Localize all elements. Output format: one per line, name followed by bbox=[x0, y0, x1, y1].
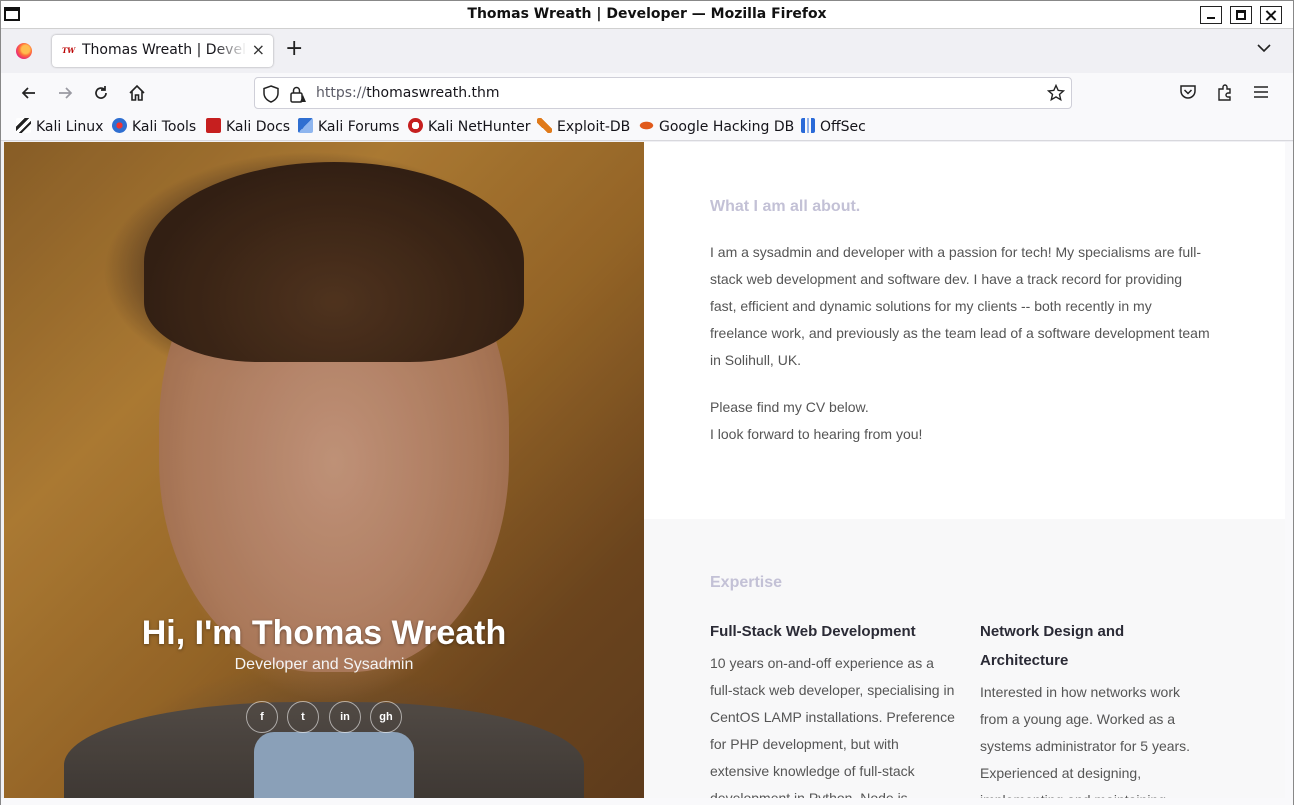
ghdb-icon bbox=[639, 118, 654, 133]
bookmark-kali-nethunter[interactable]: Kali NetHunter bbox=[408, 118, 530, 135]
title-bar: Thomas Wreath | Developer — Mozilla Fire… bbox=[1, 1, 1293, 29]
bookmark-label: Kali Linux bbox=[36, 119, 104, 135]
minimize-button[interactable] bbox=[1200, 6, 1222, 24]
hamburger-menu-icon[interactable] bbox=[1252, 83, 1270, 101]
bookmark-label: Kali Docs bbox=[226, 119, 291, 135]
expertise-item: Network Design and Architecture Interest… bbox=[980, 617, 1205, 798]
bookmarks-toolbar: Kali Linux Kali Tools Kali Docs Kali For… bbox=[1, 113, 1293, 141]
tracking-shield-icon[interactable] bbox=[263, 85, 279, 103]
expertise-item-text: 10 years on-and-off experience as a full… bbox=[710, 655, 955, 798]
tab-active[interactable]: TW Thomas Wreath | Developer × bbox=[52, 35, 273, 67]
expertise-item-title: Full-Stack Web Development bbox=[710, 623, 916, 640]
tab-favicon-icon: TW bbox=[62, 46, 76, 55]
close-tab-button[interactable]: × bbox=[252, 40, 265, 59]
bookmark-kali-linux[interactable]: Kali Linux bbox=[16, 118, 103, 135]
offsec-icon bbox=[801, 118, 815, 133]
about-closing: Please find my CV below. I look forward … bbox=[710, 394, 1210, 448]
bookmark-label: Kali Forums bbox=[318, 119, 400, 135]
github-icon[interactable]: gh bbox=[370, 701, 402, 733]
bookmark-label: OffSec bbox=[820, 119, 866, 135]
kali-docs-icon bbox=[206, 118, 221, 133]
window-title: Thomas Wreath | Developer — Mozilla Fire… bbox=[467, 6, 827, 22]
twitter-icon[interactable]: t bbox=[287, 701, 319, 733]
chevron-down-icon[interactable] bbox=[1257, 41, 1271, 55]
back-arrow-icon[interactable] bbox=[19, 83, 39, 103]
url-bar[interactable]: https://thomaswreath.thm bbox=[254, 77, 1072, 109]
about-contact-line: I look forward to hearing from you! bbox=[710, 426, 923, 442]
about-cv-line: Please find my CV below. bbox=[710, 399, 869, 415]
bookmark-star-icon[interactable] bbox=[1047, 84, 1065, 102]
bookmark-label: Google Hacking DB bbox=[659, 119, 795, 135]
bookmark-exploit-db[interactable]: Exploit-DB bbox=[537, 118, 630, 135]
new-tab-button[interactable]: + bbox=[285, 38, 303, 60]
page-content: Hi, I'm Thomas Wreath Developer and Sysa… bbox=[4, 142, 1285, 798]
bookmark-kali-tools[interactable]: Kali Tools bbox=[112, 118, 196, 135]
expertise-item-text: Interested in how networks work from a y… bbox=[980, 684, 1191, 798]
close-window-button[interactable] bbox=[1260, 6, 1282, 24]
browser-window: Thomas Wreath | Developer — Mozilla Fire… bbox=[0, 0, 1294, 805]
forward-arrow-icon[interactable] bbox=[55, 83, 75, 103]
navigation-toolbar: https://thomaswreath.thm bbox=[1, 73, 1293, 113]
window-right-edge bbox=[1285, 142, 1293, 798]
linkedin-icon[interactable]: in bbox=[329, 701, 361, 733]
hero-subtitle: Developer and Sysadmin bbox=[234, 656, 414, 673]
kali-forums-icon bbox=[298, 118, 313, 133]
bookmark-kali-docs[interactable]: Kali Docs bbox=[206, 118, 290, 135]
expertise-item: Full-Stack Web Development 10 years on-a… bbox=[710, 617, 955, 798]
exploit-db-icon bbox=[537, 118, 552, 133]
tab-title: Thomas Wreath | Developer bbox=[82, 42, 247, 58]
url-text[interactable]: https://thomaswreath.thm bbox=[316, 85, 500, 101]
kali-dragon-icon bbox=[16, 118, 31, 133]
about-heading: What I am all about. bbox=[710, 198, 861, 215]
url-scheme: https:// bbox=[316, 85, 367, 101]
about-paragraph: I am a sysadmin and developer with a pas… bbox=[710, 244, 1210, 368]
tab-strip: TW Thomas Wreath | Developer × + bbox=[1, 29, 1293, 73]
nethunter-icon bbox=[408, 118, 423, 133]
home-icon[interactable] bbox=[127, 83, 147, 103]
bookmark-label: Kali NetHunter bbox=[428, 119, 531, 135]
hero-section: Hi, I'm Thomas Wreath Developer and Sysa… bbox=[4, 142, 644, 798]
expertise-item-title: Network Design and Architecture bbox=[980, 623, 1125, 669]
bookmark-offsec[interactable]: OffSec bbox=[801, 118, 866, 135]
bookmark-google-hacking-db[interactable]: Google Hacking DB bbox=[639, 118, 794, 135]
extensions-puzzle-icon[interactable] bbox=[1216, 83, 1234, 101]
url-host: thomaswreath.thm bbox=[366, 85, 500, 101]
expertise-section: Expertise Full-Stack Web Development 10 … bbox=[644, 519, 1285, 798]
hero-overlay bbox=[4, 142, 644, 798]
maximize-button[interactable] bbox=[1230, 6, 1252, 24]
lock-warning-icon[interactable] bbox=[289, 85, 307, 103]
about-section: What I am all about. I am a sysadmin and… bbox=[644, 142, 1285, 519]
pocket-icon[interactable] bbox=[1179, 83, 1197, 101]
bookmark-label: Kali Tools bbox=[132, 119, 197, 135]
expertise-heading: Expertise bbox=[710, 574, 783, 591]
window-bottom-edge bbox=[1, 798, 1293, 805]
reload-icon[interactable] bbox=[91, 83, 111, 103]
kali-tools-icon bbox=[112, 118, 127, 133]
firefox-view-icon[interactable] bbox=[16, 43, 32, 59]
hero-title: Hi, I'm Thomas Wreath bbox=[141, 614, 507, 652]
bookmark-label: Exploit-DB bbox=[557, 119, 631, 135]
bookmark-kali-forums[interactable]: Kali Forums bbox=[298, 118, 399, 135]
facebook-icon[interactable]: f bbox=[246, 701, 278, 733]
